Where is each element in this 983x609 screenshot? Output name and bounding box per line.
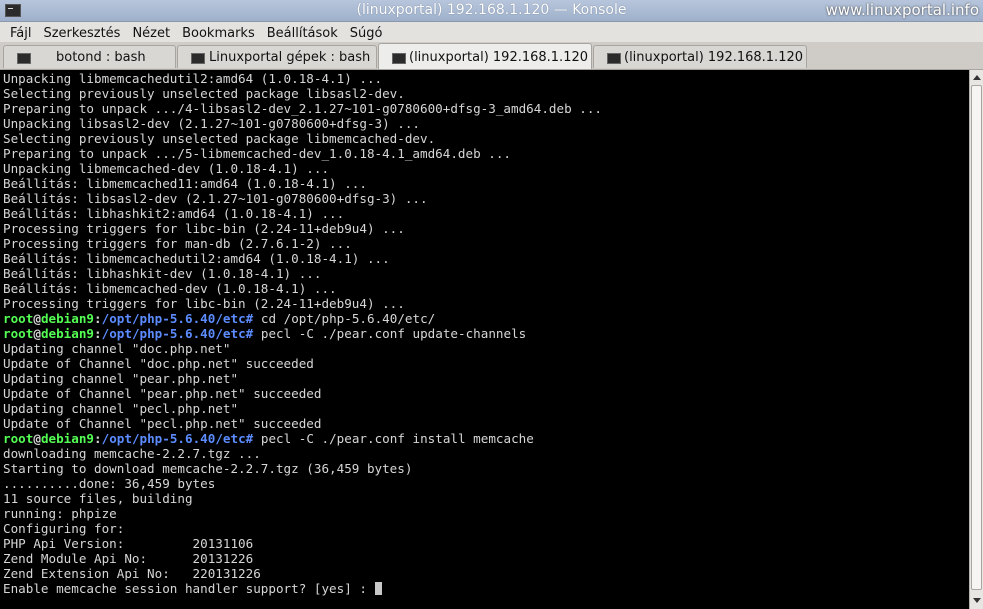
- terminal-icon: [392, 53, 406, 64]
- terminal-line: Starting to download memcache-2.2.7.tgz …: [3, 461, 413, 476]
- prompt-user: root: [3, 311, 34, 326]
- tab-botond-bash[interactable]: botond : bash: [3, 45, 176, 68]
- terminal-line: PHP Api Version: 20131106: [3, 536, 254, 551]
- terminal-line: Processing triggers for man-db (2.7.6.1-…: [3, 236, 352, 251]
- prompt-user: root: [3, 326, 34, 341]
- terminal-line: Processing triggers for libc-bin (2.24-1…: [3, 296, 405, 311]
- prompt-user: root: [3, 431, 34, 446]
- terminal-input-line[interactable]: Enable memcache session handler support?…: [3, 581, 382, 596]
- tab-label: Linuxportal gépek : bash: [209, 50, 371, 65]
- scroll-down-arrow-icon[interactable]: [970, 594, 983, 607]
- menu-settings[interactable]: Beállítások: [261, 24, 344, 44]
- terminal-icon: [607, 53, 621, 64]
- watermark-text: www.linuxportal.info: [825, 1, 979, 19]
- terminal-line: running: phpize: [3, 506, 117, 521]
- terminal-line: Updating channel "doc.php.net": [3, 341, 231, 356]
- terminal-line: Updating channel "pear.php.net": [3, 371, 239, 386]
- terminal-icon: [17, 53, 31, 64]
- terminal-line: Update of Channel "pecl.php.net" succeed…: [3, 416, 322, 431]
- menu-edit[interactable]: Szerkesztés: [37, 24, 126, 44]
- terminal-line: Zend Extension Api No: 220131226: [3, 566, 261, 581]
- prompt-symbol: #: [245, 326, 254, 341]
- tab-label: botond : bash: [56, 50, 146, 65]
- vertical-scrollbar[interactable]: [969, 70, 983, 609]
- terminal-line: downloading memcache-2.2.7.tgz ...: [3, 446, 261, 461]
- terminal-line: Update of Channel "pear.php.net" succeed…: [3, 386, 322, 401]
- prompt-path: /opt/php-5.6.40/etc: [101, 326, 246, 341]
- terminal-line: Beállítás: libsasl2-dev (2.1.27~101-g078…: [3, 191, 428, 206]
- prompt-symbol: #: [245, 431, 254, 446]
- prompt-at: @: [33, 326, 41, 341]
- terminal-line: Selecting previously unselected package …: [3, 86, 405, 101]
- prompt-line: root@debian9:/opt/php-5.6.40/etc# pecl -…: [3, 326, 526, 341]
- menu-view[interactable]: Nézet: [126, 24, 176, 44]
- prompt-line: root@debian9:/opt/php-5.6.40/etc# pecl -…: [3, 431, 534, 446]
- terminal-line: Update of Channel "doc.php.net" succeede…: [3, 356, 314, 371]
- terminal-line: Beállítás: libmemcached-dev (1.0.18-4.1)…: [3, 281, 337, 296]
- terminal-line: 11 source files, building: [3, 491, 193, 506]
- terminal-line: Beállítás: libmemcachedutil2:amd64 (1.0.…: [3, 251, 390, 266]
- terminal-line: Unpacking libsasl2-dev (2.1.27~101-g0780…: [3, 116, 421, 131]
- tab-linuxportal-gepek[interactable]: Linuxportal gépek : bash: [177, 45, 377, 68]
- prompt-path: /opt/php-5.6.40/etc: [101, 431, 246, 446]
- prompt-colon: :: [94, 311, 102, 326]
- tab-linuxportal-active[interactable]: (linuxportal) 192.168.1.120: [378, 43, 592, 69]
- tab-label: (linuxportal) 192.168.1.120: [409, 50, 589, 65]
- terminal-line: Beállítás: libhashkit2:amd64 (1.0.18-4.1…: [3, 206, 345, 221]
- terminal-line: Unpacking libmemcachedutil2:amd64 (1.0.1…: [3, 71, 383, 86]
- prompt-command: cd /opt/php-5.6.40/etc/: [260, 311, 436, 326]
- terminal-line: Selecting previously unselected package …: [3, 131, 436, 146]
- terminal-line: Configuring for:: [3, 521, 125, 536]
- terminal-line: ..........done: 36,459 bytes: [3, 476, 216, 491]
- prompt-host: debian9: [40, 431, 95, 446]
- prompt-command: pecl -C ./pear.conf update-channels: [260, 326, 527, 341]
- scrollbar-thumb[interactable]: [971, 85, 982, 590]
- terminal-line: Unpacking libmemcached-dev (1.0.18-4.1) …: [3, 161, 330, 176]
- terminal-line: Beállítás: libhashkit-dev (1.0.18-4.1) .…: [3, 266, 322, 281]
- tab-label: (linuxportal) 192.168.1.120: [624, 50, 804, 65]
- terminal-line: Processing triggers for libc-bin (2.24-1…: [3, 221, 405, 236]
- tab-linuxportal-second[interactable]: (linuxportal) 192.168.1.120: [593, 45, 807, 68]
- menu-bar: Fájl Szerkesztés Nézet Bookmarks Beállítások…: [0, 22, 983, 42]
- menu-help[interactable]: Súgó: [344, 24, 389, 44]
- prompt-colon: :: [94, 431, 102, 446]
- terminal-line: Preparing to unpack .../4-libsasl2-dev_2…: [3, 101, 602, 116]
- prompt-line: root@debian9:/opt/php-5.6.40/etc# cd /op…: [3, 311, 435, 326]
- scroll-up-arrow-icon[interactable]: [970, 71, 983, 84]
- text-cursor: [374, 582, 382, 595]
- window-titlebar: (linuxportal) 192.168.1.120 — Konsole ww…: [0, 0, 983, 22]
- prompt-at: @: [33, 431, 41, 446]
- prompt-host: debian9: [40, 326, 95, 341]
- terminal-line: Beállítás: libmemcached11:amd64 (1.0.18-…: [3, 176, 367, 191]
- input-prompt-text: Enable memcache session handler support?…: [3, 581, 375, 596]
- menu-file[interactable]: Fájl: [0, 24, 37, 44]
- prompt-symbol: #: [245, 311, 254, 326]
- terminal-output[interactable]: Unpacking libmemcachedutil2:amd64 (1.0.1…: [0, 70, 969, 609]
- menu-bookmarks[interactable]: Bookmarks: [176, 24, 261, 44]
- prompt-path: /opt/php-5.6.40/etc: [101, 311, 246, 326]
- terminal-line: Zend Module Api No: 20131226: [3, 551, 254, 566]
- terminal-line: Preparing to unpack .../5-libmemcached-d…: [3, 146, 511, 161]
- prompt-host: debian9: [40, 311, 95, 326]
- prompt-at: @: [33, 311, 41, 326]
- terminal-icon: [191, 53, 205, 64]
- tab-bar: botond : bash Linuxportal gépek : bash (…: [0, 42, 983, 70]
- prompt-colon: :: [94, 326, 102, 341]
- prompt-command: pecl -C ./pear.conf install memcache: [260, 431, 534, 446]
- terminal-line: Updating channel "pecl.php.net": [3, 401, 239, 416]
